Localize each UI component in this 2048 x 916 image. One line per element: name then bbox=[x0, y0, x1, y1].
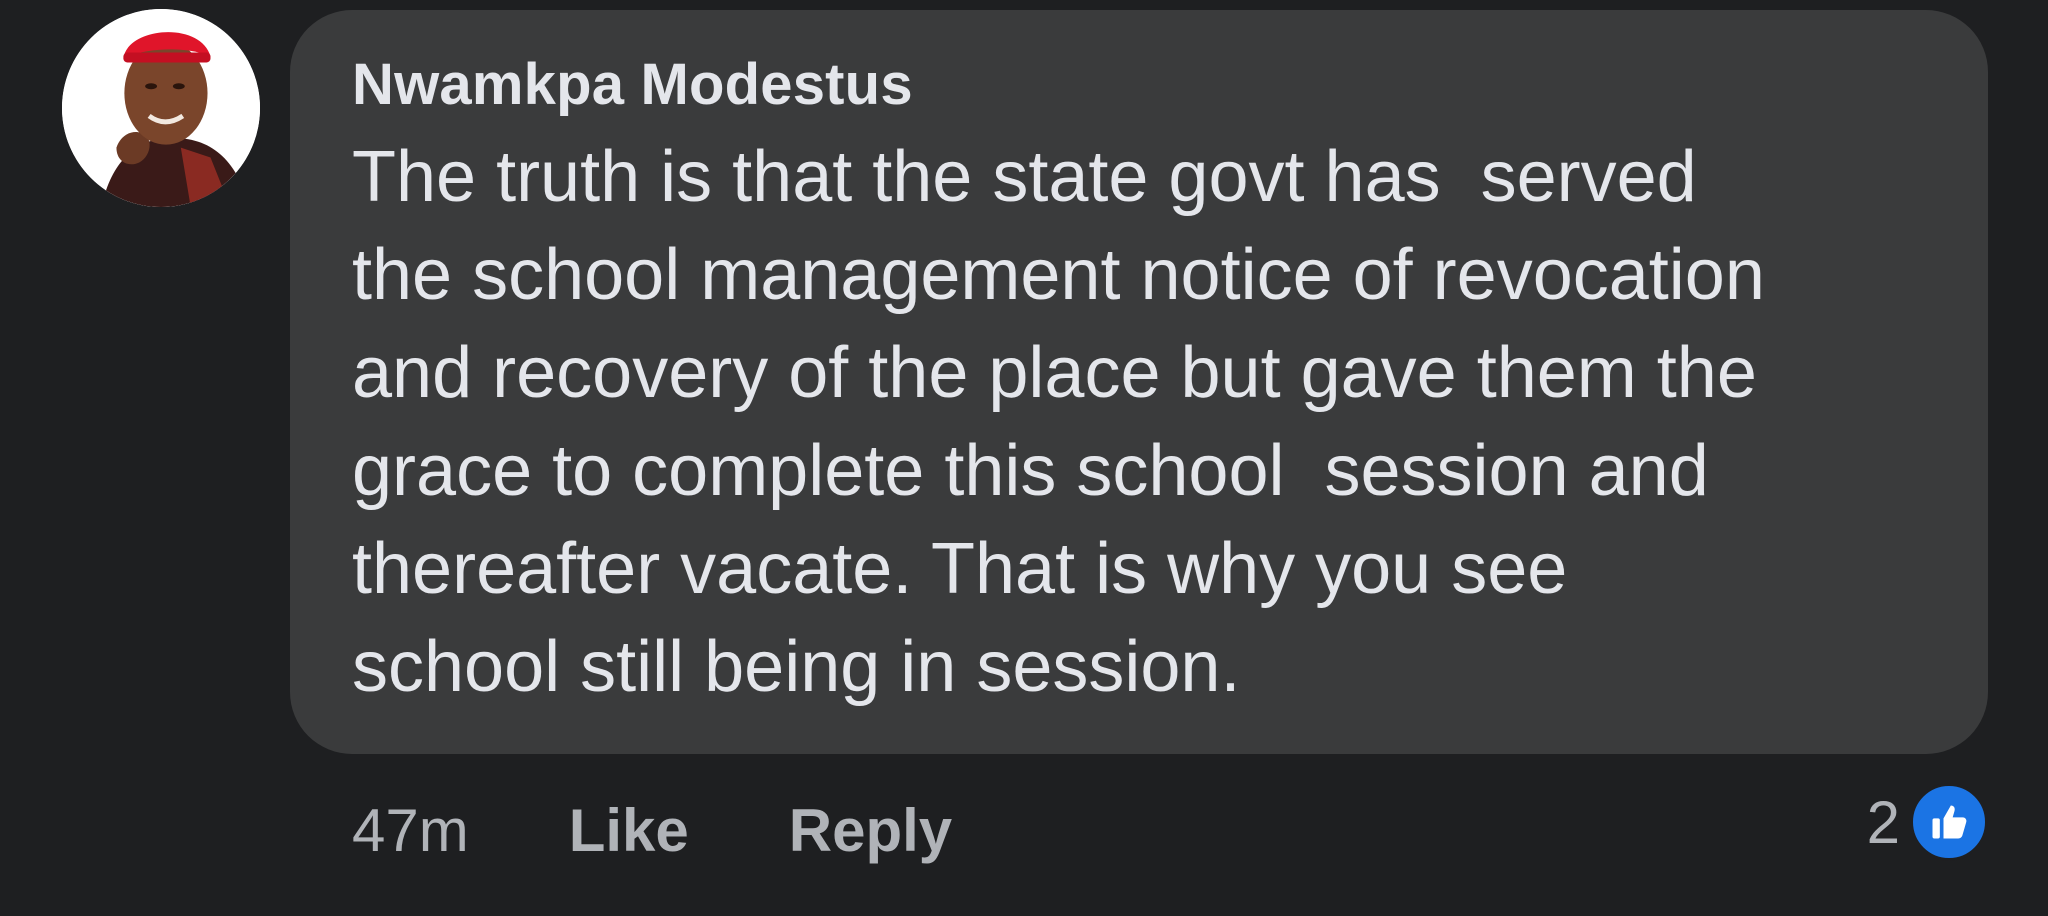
author-avatar[interactable] bbox=[62, 9, 260, 207]
comment: Nwamkpa Modestus The truth is that the s… bbox=[0, 0, 2048, 916]
like-icon bbox=[1910, 783, 1988, 861]
profile-photo-icon bbox=[62, 9, 260, 207]
comment-text-line: thereafter vacate. That is why you see bbox=[352, 529, 1568, 609]
comment-text-line: The truth is that the state govt has ser… bbox=[352, 137, 1697, 217]
comment-actions: 47m Like Reply bbox=[352, 790, 952, 870]
comment-author-name[interactable]: Nwamkpa Modestus bbox=[352, 50, 1928, 120]
like-button[interactable]: Like bbox=[569, 796, 689, 865]
comment-text: The truth is that the state govt has ser… bbox=[352, 128, 1928, 716]
reaction-count: 2 bbox=[1866, 788, 1900, 856]
comment-bubble: Nwamkpa Modestus The truth is that the s… bbox=[290, 10, 1988, 754]
comment-text-line: and recovery of the place but gave them … bbox=[352, 333, 1757, 413]
comment-text-line: school still being in session. bbox=[352, 627, 1241, 707]
comment-text-line: the school management notice of revocati… bbox=[352, 235, 1765, 315]
thumbs-up-icon bbox=[1932, 805, 1967, 839]
reaction-summary[interactable]: 2 bbox=[1867, 782, 1988, 862]
comment-text-line: grace to complete this school session an… bbox=[352, 431, 1709, 511]
reply-button[interactable]: Reply bbox=[789, 796, 952, 865]
comment-timestamp[interactable]: 47m bbox=[352, 796, 469, 865]
